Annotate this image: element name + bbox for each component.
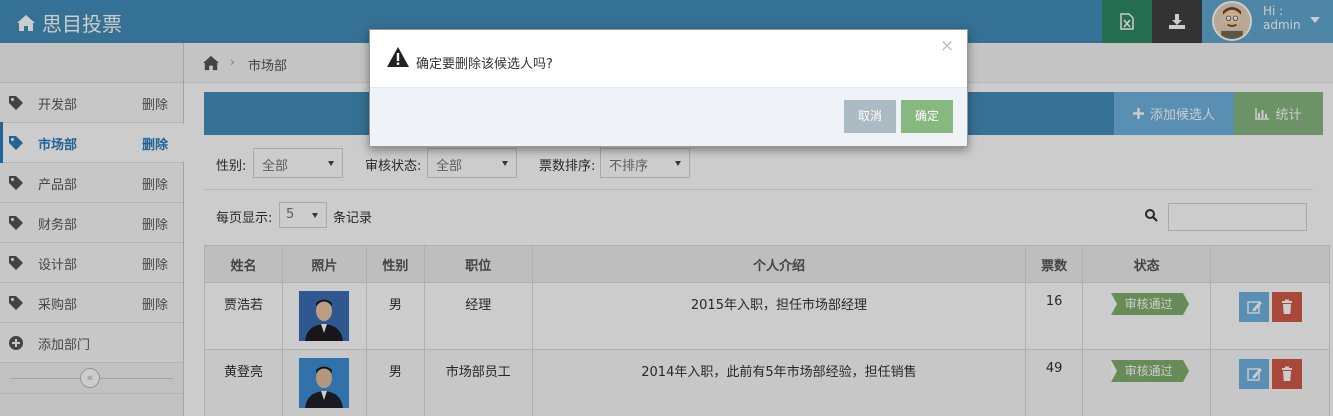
close-icon[interactable]: × <box>940 38 954 55</box>
confirm-delete-dialog: 确定要删除该候选人吗? × 取消 确定 <box>369 29 968 147</box>
dialog-message: 确定要删除该候选人吗? <box>416 57 553 72</box>
confirm-button[interactable]: 确定 <box>901 100 953 133</box>
cancel-button[interactable]: 取消 <box>844 100 896 133</box>
dialog-footer: 取消 确定 <box>370 87 967 146</box>
warning-icon <box>387 47 409 67</box>
